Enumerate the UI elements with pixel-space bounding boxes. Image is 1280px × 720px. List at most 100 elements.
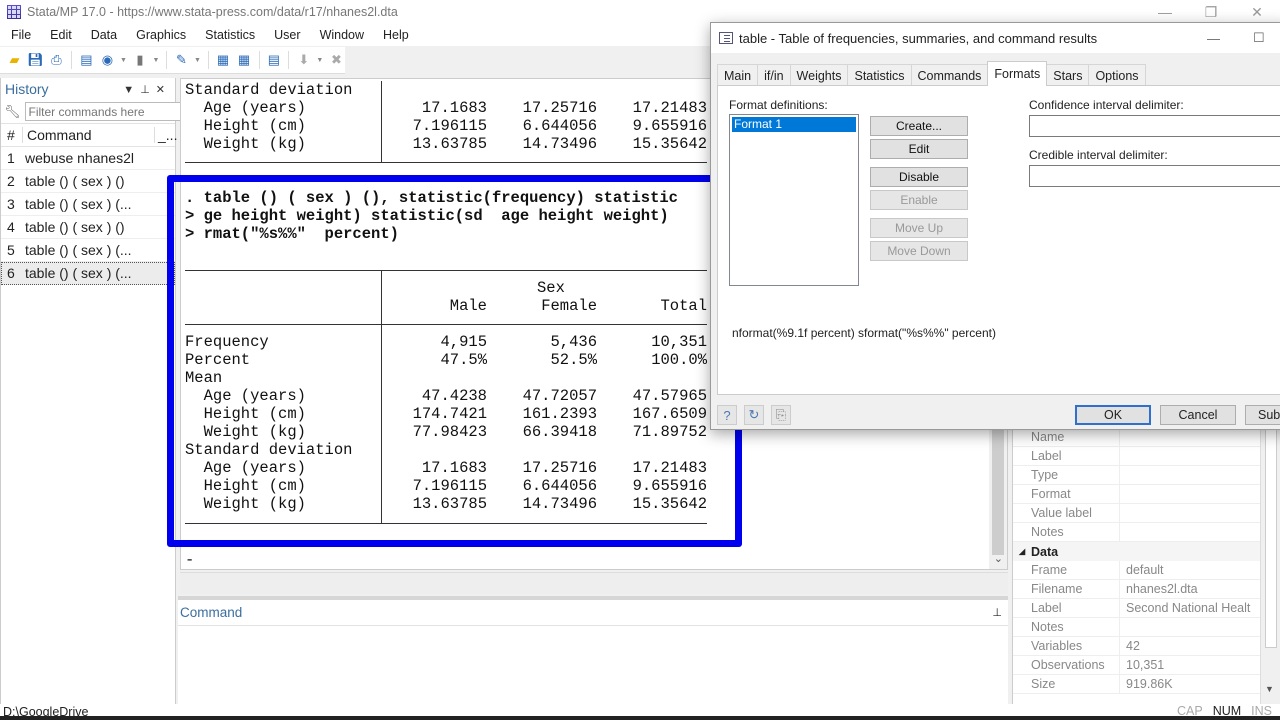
- menu-statistics[interactable]: Statistics: [194, 28, 263, 42]
- column-command[interactable]: Command: [23, 127, 155, 143]
- edit-button[interactable]: Edit: [870, 139, 968, 159]
- move-down-button[interactable]: Move Down: [870, 241, 968, 261]
- tab-ifin[interactable]: if/in: [757, 64, 791, 86]
- property-row[interactable]: Observations 10,351: [1013, 655, 1280, 675]
- property-row[interactable]: Variables 42: [1013, 636, 1280, 656]
- tab-commands[interactable]: Commands: [910, 64, 989, 86]
- submit-button[interactable]: Sub: [1245, 405, 1280, 425]
- property-row[interactable]: Label: [1013, 446, 1280, 466]
- format-list-item[interactable]: Format 1: [732, 117, 856, 132]
- history-item-command: table () ( sex ) (): [25, 173, 125, 189]
- save-icon[interactable]: 💾︎: [27, 51, 44, 69]
- property-row[interactable]: Size 919.86K: [1013, 674, 1280, 694]
- property-key: Label: [1031, 449, 1062, 463]
- data-editor-icon[interactable]: ▦: [215, 51, 232, 69]
- do-file-editor-icon[interactable]: ✎: [173, 51, 190, 69]
- menu-window[interactable]: Window: [309, 28, 372, 42]
- menu-file[interactable]: File: [0, 28, 39, 42]
- help-icon[interactable]: ?: [717, 405, 737, 425]
- create-button[interactable]: Create...: [870, 116, 968, 136]
- wrench-icon[interactable]: 🔧︎: [4, 104, 21, 120]
- data-section-header[interactable]: ◢ Data: [1013, 542, 1280, 561]
- menu-edit[interactable]: Edit: [39, 28, 80, 42]
- property-row[interactable]: Name: [1013, 427, 1280, 447]
- property-row[interactable]: Format: [1013, 484, 1280, 504]
- dialog-maximize-button[interactable]: ☐: [1253, 23, 1265, 53]
- property-row[interactable]: Notes: [1013, 617, 1280, 637]
- property-row[interactable]: Notes: [1013, 522, 1280, 542]
- cancel-button[interactable]: Cancel: [1160, 405, 1236, 425]
- property-value: [1119, 617, 1280, 637]
- tab-stars[interactable]: Stars: [1046, 64, 1090, 86]
- menu-user[interactable]: User: [263, 28, 308, 42]
- property-row[interactable]: Value label: [1013, 503, 1280, 523]
- tab-formats[interactable]: Formats: [987, 61, 1048, 86]
- open-icon[interactable]: ▰: [6, 51, 23, 69]
- history-item-number: 4: [7, 219, 15, 235]
- disable-button[interactable]: Disable: [870, 167, 968, 187]
- tab-statistics[interactable]: Statistics: [847, 64, 912, 86]
- properties-scrollbar[interactable]: ▼: [1260, 428, 1280, 704]
- dialog-minimize-button[interactable]: —: [1207, 23, 1220, 53]
- column-rc[interactable]: _...: [155, 127, 177, 143]
- pin-icon[interactable]: ⊥: [992, 606, 1002, 619]
- copy-command-icon[interactable]: ⎘: [771, 405, 791, 425]
- property-row[interactable]: Type: [1013, 465, 1280, 485]
- do-file-dropdown-icon[interactable]: ▼: [194, 57, 202, 64]
- more-dropdown-icon[interactable]: ▼: [316, 57, 324, 64]
- break-icon[interactable]: ✖: [328, 51, 345, 69]
- close-button[interactable]: ✕: [1234, 0, 1280, 24]
- menu-data[interactable]: Data: [80, 28, 125, 42]
- separator: [258, 51, 260, 69]
- value-female: 6.644056: [522, 117, 597, 135]
- history-item[interactable]: 3 table () ( sex ) (...: [1, 193, 175, 216]
- data-browser-icon[interactable]: ▦: [236, 51, 253, 69]
- tab-main[interactable]: Main: [717, 64, 759, 86]
- enable-button[interactable]: Enable: [870, 190, 968, 210]
- property-row[interactable]: Frame default: [1013, 560, 1280, 580]
- tab-options[interactable]: Options: [1088, 64, 1146, 86]
- log-icon[interactable]: ▤: [78, 51, 95, 69]
- scroll-down-icon[interactable]: ⌄: [994, 552, 1003, 565]
- history-filter-input[interactable]: [24, 102, 188, 121]
- viewer-icon[interactable]: ◉: [99, 51, 116, 69]
- history-item[interactable]: 6 table () ( sex ) (...: [1, 262, 175, 285]
- command-input[interactable]: [178, 626, 1008, 706]
- close-icon[interactable]: ✕: [156, 84, 171, 96]
- more-icon[interactable]: ⬇: [295, 51, 312, 69]
- viewer-dropdown-icon[interactable]: ▼: [120, 57, 128, 64]
- graph-dropdown-icon[interactable]: ▼: [153, 57, 161, 64]
- ok-button[interactable]: OK: [1075, 405, 1151, 425]
- property-key: Filename: [1031, 582, 1083, 596]
- scrollbar-thumb[interactable]: [1265, 428, 1277, 648]
- minimize-button[interactable]: —: [1142, 0, 1188, 24]
- ci-delimiter-input[interactable]: [1029, 115, 1280, 137]
- pin-icon[interactable]: ⊥: [140, 84, 156, 96]
- history-item[interactable]: 2 table () ( sex ) (): [1, 170, 175, 193]
- row-label: Height (cm): [185, 117, 306, 135]
- history-list: 1 webuse nhanes2l 2 table () ( sex ) () 3 tab…: [1, 147, 175, 285]
- reset-icon[interactable]: ↻: [744, 405, 764, 425]
- history-item[interactable]: 1 webuse nhanes2l: [1, 147, 175, 170]
- credible-delimiter-input[interactable]: [1029, 165, 1280, 187]
- property-row[interactable]: Label Second National Healt: [1013, 598, 1280, 618]
- print-icon[interactable]: ⎙: [48, 51, 65, 69]
- scrollbar-thumb[interactable]: [992, 425, 1004, 555]
- column-number[interactable]: #: [1, 127, 23, 143]
- graph-icon[interactable]: ▮: [132, 51, 149, 69]
- property-row[interactable]: Filename nhanes2l.dta: [1013, 579, 1280, 599]
- history-item[interactable]: 4 table () ( sex ) (): [1, 216, 175, 239]
- tab-weights[interactable]: Weights: [789, 64, 849, 86]
- menu-help[interactable]: Help: [372, 28, 417, 42]
- history-panel: History ▼⊥✕ 🔧︎ ! # Command _... 1webuse …: [0, 78, 196, 704]
- history-item[interactable]: 5 table () ( sex ) (...: [1, 239, 175, 262]
- variables-manager-icon[interactable]: ▤: [265, 51, 282, 69]
- collapse-icon[interactable]: ◢: [1013, 547, 1031, 556]
- scroll-down-icon[interactable]: ▼: [1265, 684, 1274, 694]
- format-definitions-list[interactable]: Format 1: [729, 114, 859, 286]
- menu-graphics[interactable]: Graphics: [125, 28, 194, 42]
- restore-button[interactable]: ❐: [1188, 0, 1234, 24]
- property-key: Variables: [1031, 639, 1083, 653]
- move-up-button[interactable]: Move Up: [870, 218, 968, 238]
- filter-icon[interactable]: ▼: [123, 84, 140, 96]
